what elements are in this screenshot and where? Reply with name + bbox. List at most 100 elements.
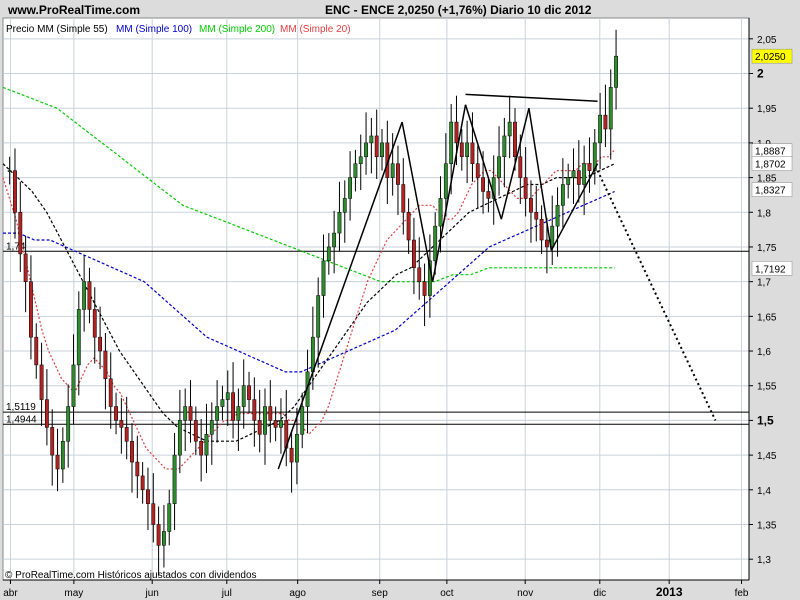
price-label: 1,8327	[755, 186, 786, 197]
candle-body	[433, 225, 438, 262]
candle-body	[231, 392, 235, 421]
candle-body	[167, 503, 172, 532]
candle-body	[23, 253, 28, 282]
y-tick-label: 2	[757, 67, 764, 81]
candle-body	[76, 309, 81, 366]
candle-body	[571, 170, 576, 178]
candle-body	[39, 364, 44, 400]
candle-body	[146, 489, 150, 504]
candle-body	[358, 156, 363, 164]
candle-body	[475, 163, 480, 178]
candle-body	[273, 420, 278, 428]
candle-body	[497, 156, 501, 178]
x-tick-label: dic	[593, 588, 606, 599]
candle-body	[502, 135, 507, 158]
price-label: 1,7192	[755, 264, 786, 275]
candle-body	[518, 156, 523, 178]
candle-body	[29, 281, 33, 338]
candle-body	[529, 198, 533, 213]
candle-body	[209, 420, 214, 435]
y-tick-label: 1,65	[757, 312, 777, 323]
candle-body	[332, 232, 337, 248]
candle-body	[422, 281, 427, 296]
y-tick-label: 1,95	[757, 104, 777, 115]
candle-body	[241, 385, 246, 407]
candle-body	[608, 87, 613, 130]
candle-body	[119, 420, 124, 428]
candle-body	[550, 225, 555, 248]
candle-body	[353, 163, 358, 178]
legend: Precio MM (Simple 55) MM (Simple 100) MM…	[6, 24, 351, 35]
candle-body	[92, 309, 97, 338]
price-label: 2,0250	[755, 52, 786, 63]
candle-body	[470, 142, 475, 164]
candle-body	[289, 447, 294, 463]
candle-body	[130, 440, 134, 463]
candle-body	[300, 406, 305, 435]
x-tick-label: ago	[289, 588, 306, 599]
candle-body	[114, 406, 118, 421]
candle-body	[204, 434, 209, 456]
y-tick-label: 1,3	[757, 555, 771, 566]
level-label: 1,5119	[6, 402, 36, 413]
candle-body	[18, 212, 23, 255]
y-tick-label: 1,6	[757, 347, 771, 358]
candle-body	[225, 392, 230, 400]
x-tick-label: feb	[735, 588, 749, 599]
candle-body	[151, 503, 156, 525]
candle-body	[247, 385, 251, 400]
y-tick-label: 1,45	[757, 451, 777, 462]
x-tick-label: sep	[372, 588, 389, 599]
x-tick-label: 2013	[656, 585, 683, 599]
x-tick-label: abr	[3, 588, 18, 599]
candle-body	[321, 260, 326, 296]
candle-body	[268, 406, 273, 421]
candle-body	[34, 336, 39, 366]
candle-body	[598, 114, 603, 144]
candle-body	[279, 420, 283, 428]
candle-body	[98, 336, 102, 352]
x-tick-label: may	[64, 588, 83, 599]
candle-body	[252, 399, 257, 421]
candle-body	[412, 239, 416, 269]
candle-body	[162, 531, 166, 546]
level-label: 1,4944	[6, 414, 37, 425]
candle-body	[55, 454, 60, 470]
candle-body	[390, 163, 395, 178]
candle-body	[71, 364, 76, 407]
candle-body	[401, 184, 406, 213]
candle-body	[406, 212, 411, 241]
y-tick-label: 1,55	[757, 382, 777, 393]
candle-body	[220, 399, 225, 407]
plot-area	[2, 17, 750, 581]
candle-body	[236, 406, 241, 421]
x-tick-label: jun	[145, 588, 159, 599]
candle-body	[108, 378, 113, 407]
candle-body	[576, 170, 581, 185]
level-label: 1,74	[6, 241, 26, 252]
legend-entry-sma55: Precio MM (Simple 55)	[6, 24, 108, 35]
candle-body	[555, 205, 560, 227]
legend-entry-sma20: MM (Simple 20)	[280, 24, 351, 35]
candle-body	[449, 121, 454, 164]
candle-body	[454, 121, 459, 144]
candle-body	[603, 114, 608, 130]
candle-body	[380, 142, 384, 158]
candle-body	[103, 350, 108, 380]
candle-body	[523, 177, 528, 199]
site-name[interactable]: www.ProRealTime.com	[7, 3, 140, 17]
candle-body	[507, 121, 512, 137]
candle-body	[566, 177, 571, 185]
candle-body	[348, 177, 353, 199]
candle-body	[438, 198, 443, 227]
y-tick-label: 1,5	[757, 413, 774, 427]
candle-body	[66, 406, 71, 442]
candle-body	[534, 212, 539, 220]
candle-body	[50, 427, 55, 456]
candle-body	[513, 121, 517, 158]
candle-body	[172, 454, 177, 504]
x-tick-label: nov	[517, 588, 533, 599]
y-tick-label: 2,05	[757, 35, 777, 46]
candle-body	[587, 163, 592, 171]
y-tick-label: 1,75	[757, 243, 777, 254]
